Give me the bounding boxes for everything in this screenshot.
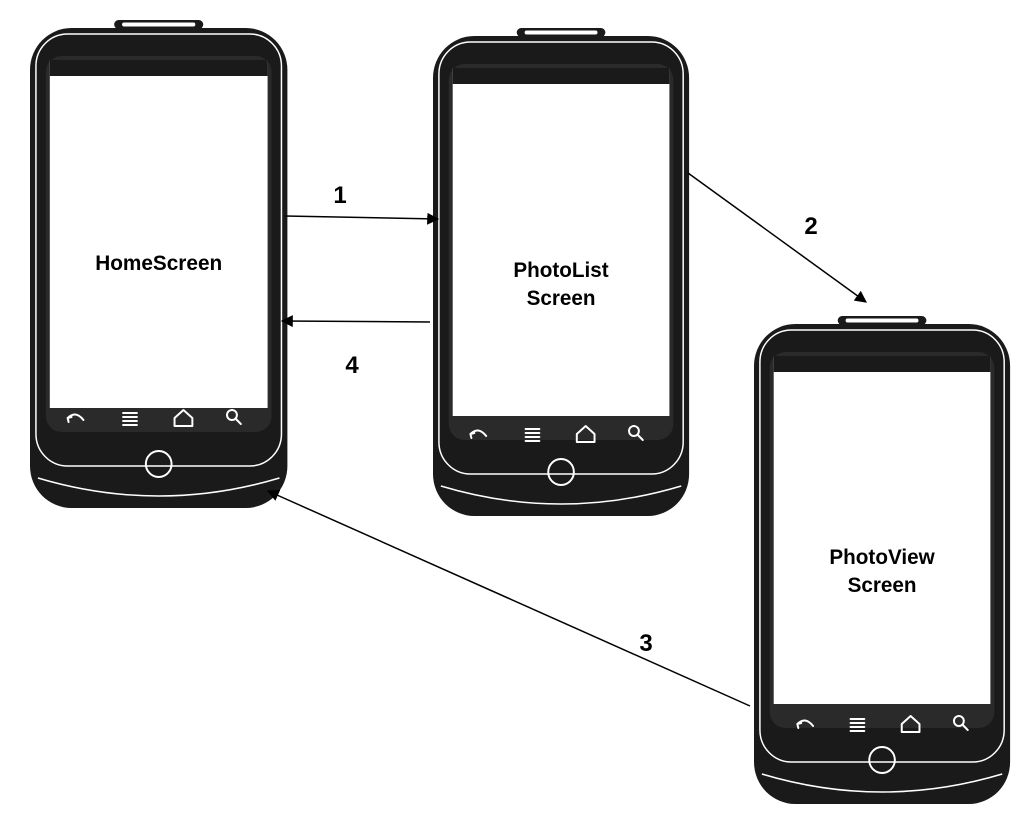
- arrow-label-1: 1: [333, 182, 346, 209]
- arrow-2-photolist-to-photoview: [687, 172, 867, 303]
- photoview-label-line-1: PhotoView: [829, 546, 935, 569]
- arrow-3-photoview-to-home: [266, 489, 751, 707]
- photolist-label-line-2: Screen: [527, 287, 596, 310]
- arrow-label-2: 2: [804, 213, 817, 240]
- arrow-label-4: 4: [345, 352, 359, 379]
- arrow-4-photolist-to-home: [280, 315, 431, 328]
- navigation-flow-diagram: HomeScreen PhotoList Screen PhotoView Sc…: [29, 19, 1012, 805]
- phone-homescreen: HomeScreen: [29, 19, 289, 509]
- phone-photolist-screen: PhotoList Screen: [432, 27, 691, 517]
- arrow-1-home-to-photolist: [284, 212, 440, 225]
- arrow-label-3: 3: [639, 630, 652, 657]
- photoview-label-line-2: Screen: [848, 574, 917, 597]
- homescreen-label: HomeScreen: [95, 252, 222, 275]
- photolist-label-line-1: PhotoList: [513, 259, 608, 282]
- phone-photoview-screen: PhotoView Screen: [753, 315, 1012, 805]
